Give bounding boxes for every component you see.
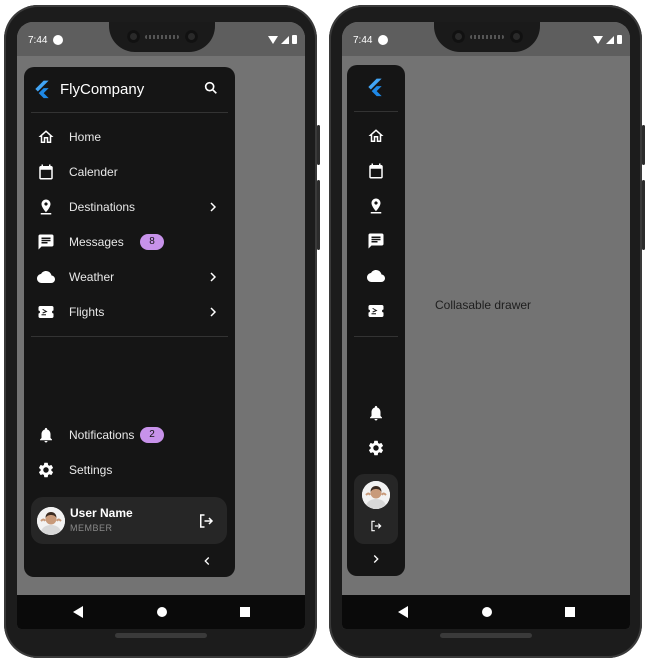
menu-item-messages[interactable]: Messages 8 [24,225,235,260]
menu-label: Notifications [69,428,135,442]
volume-button [642,180,645,250]
chevron-right-icon [205,304,221,320]
calendar-icon [37,163,55,181]
screen: 7:44 Collasable drawer [342,22,630,629]
message-icon[interactable] [367,232,385,250]
menu-item-settings[interactable]: Settings [24,453,235,488]
home-indicator [440,633,532,638]
avatar [37,507,65,535]
side-drawer-collapsed [347,65,405,576]
menu-label: Settings [69,463,113,477]
menu-item-destinations[interactable]: Destinations [24,190,235,225]
user-card[interactable]: User Name MEMBER [31,497,227,544]
recent-apps-icon[interactable] [240,607,250,617]
back-icon[interactable] [73,606,83,618]
menu-label: Calender [69,165,118,179]
side-drawer-expanded: FlyCompany Home Calender Destinations Me… [24,67,235,577]
user-role: MEMBER [70,523,113,533]
divider [354,336,398,337]
side-button [317,125,320,165]
battery-icon [292,35,297,44]
back-icon[interactable] [398,606,408,618]
screen: 7:44 FlyCompany Home Calender Destinatio… [17,22,305,629]
brand: FlyCompany [32,79,144,99]
menu-label: Home [69,130,102,144]
bell-icon [37,426,55,444]
camera-icon [510,30,523,43]
menu-item-notifications[interactable]: Notifications 2 [24,418,235,453]
home-icon[interactable] [367,127,385,145]
camera-icon [185,30,198,43]
divider [31,336,228,337]
logout-icon[interactable] [197,512,215,530]
chevron-right-icon [205,199,221,215]
camera-icon [452,30,465,43]
menu-item-calender[interactable]: Calender [24,155,235,190]
speaker-grille [145,35,179,39]
cloud-icon[interactable] [367,267,385,285]
google-icon [53,35,63,45]
collapse-chevron-icon[interactable] [200,554,214,568]
flycompany-logo-icon [32,79,52,99]
cloud-icon [37,268,55,286]
gear-icon [37,461,55,479]
system-nav-bar [17,595,305,629]
flight-ticket-icon [37,303,55,321]
search-icon[interactable] [203,80,219,96]
message-icon [37,233,55,251]
divider [31,112,228,113]
user-card-collapsed[interactable] [354,474,398,544]
chevron-right-icon [205,269,221,285]
brand-name: FlyCompany [60,80,145,98]
signal-icon [281,35,289,44]
user-name: User Name [70,506,133,520]
home-icon [37,128,55,146]
messages-badge: 8 [140,234,164,250]
phone-frame-collapsed: 7:44 Collasable drawer [329,5,645,658]
page-content-text: Collasable drawer [435,298,532,312]
flycompany-logo-icon [365,77,385,97]
camera-icon [127,30,140,43]
expand-chevron-icon[interactable] [369,552,383,566]
battery-icon [617,35,622,44]
home-indicator [115,633,207,638]
recent-apps-icon[interactable] [565,607,575,617]
divider [354,111,398,112]
calendar-icon[interactable] [367,162,385,180]
home-button-icon[interactable] [157,607,167,617]
logout-icon[interactable] [369,519,383,533]
system-nav-bar [342,595,630,629]
status-icons [268,35,297,44]
menu-item-weather[interactable]: Weather [24,260,235,295]
side-button [642,125,645,165]
gear-icon[interactable] [367,439,385,457]
menu-item-flights[interactable]: Flights [24,295,235,330]
menu-label: Messages [69,235,124,249]
status-time: 7:44 [28,35,48,46]
notifications-badge: 2 [140,427,164,443]
volume-button [317,180,320,250]
flight-ticket-icon[interactable] [367,302,385,320]
wifi-icon [593,35,603,44]
bell-icon[interactable] [367,404,385,422]
speaker-grille [470,35,504,39]
menu-label: Weather [69,270,115,284]
home-button-icon[interactable] [482,607,492,617]
status-icons [593,35,622,44]
status-time: 7:44 [353,35,373,46]
menu-label: Destinations [69,200,136,214]
location-pin-icon [37,198,55,216]
google-icon [378,35,388,45]
location-pin-icon[interactable] [367,197,385,215]
wifi-icon [268,35,278,44]
phone-frame-expanded: 7:44 FlyCompany Home Calender Destinatio… [4,5,320,658]
camera-notch [109,22,215,52]
avatar [362,481,390,509]
menu-item-home[interactable]: Home [24,120,235,155]
menu-label: Flights [69,305,105,319]
signal-icon [606,35,614,44]
camera-notch [434,22,540,52]
